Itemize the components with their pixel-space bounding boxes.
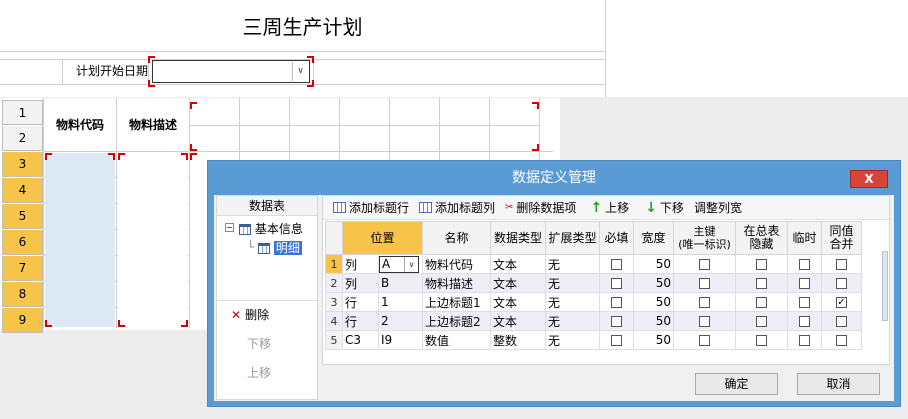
arrow-down-icon: ↓ — [645, 199, 657, 216]
field-table: 位置 名称 数据类型 扩展类型 必填 宽度 主键 (唯一标识) 在总表 隐藏 临… — [325, 221, 862, 350]
column-header-ext[interactable]: 扩展类型 — [545, 221, 600, 255]
move-up-table-button[interactable]: 上移 — [217, 359, 317, 388]
hidden-checkbox[interactable] — [756, 335, 767, 346]
table-row[interactable]: 5 C3 I9 数值 整数 无 50 — [325, 330, 862, 350]
collapse-icon[interactable]: − — [225, 223, 234, 232]
table-tree-panel: 数据表 − 基本信息 └ 明细 ✕ 删除 下移 上移 — [216, 195, 318, 400]
tree-node-basic-info[interactable]: 基本信息 — [239, 220, 303, 237]
table-icon — [239, 224, 251, 235]
page-title: 三周生产计划 — [242, 15, 363, 39]
arrow-up-icon: ↑ — [590, 199, 603, 216]
move-down-table-button[interactable]: 下移 — [217, 330, 317, 359]
start-date-label: 计划开始日期 — [75, 64, 148, 78]
column-header-name[interactable]: 名称 — [422, 221, 491, 255]
column-header-dtype[interactable]: 数据类型 — [490, 221, 546, 255]
column-header-temp[interactable]: 临时 — [787, 221, 822, 255]
position-combo[interactable]: A ∨ — [379, 255, 419, 273]
add-title-col-button[interactable]: 添加标题列 — [419, 199, 495, 216]
close-button[interactable]: X — [850, 170, 888, 188]
temp-checkbox[interactable] — [799, 259, 810, 270]
row-header[interactable]: 7 — [2, 256, 43, 281]
delete-item-button[interactable]: ✂ 删除数据项 — [505, 199, 576, 216]
ok-button[interactable]: 确定 — [695, 373, 778, 395]
merge-checkbox[interactable] — [836, 259, 847, 270]
temp-checkbox[interactable] — [799, 297, 810, 308]
row-header[interactable]: 4 — [2, 178, 43, 203]
vertical-scrollbar[interactable] — [882, 251, 888, 321]
column-header-required[interactable]: 必填 — [599, 221, 634, 255]
column-header-pk[interactable]: 主键 (唯一标识) — [673, 221, 736, 255]
required-checkbox[interactable] — [611, 259, 622, 270]
column-header-hidden[interactable]: 在总表 隐藏 — [735, 221, 788, 255]
merge-checkbox[interactable]: ✓ — [836, 297, 847, 308]
table-row[interactable]: 4 行 2 上边标题2 文本 无 50 — [325, 311, 862, 331]
row-header[interactable]: 3 — [2, 152, 43, 177]
row-header[interactable]: 6 — [2, 230, 43, 255]
pk-checkbox[interactable] — [699, 335, 710, 346]
required-checkbox[interactable] — [611, 316, 622, 327]
merge-checkbox[interactable] — [836, 335, 847, 346]
tree-node-label: 明细 — [273, 241, 302, 255]
tree-node-label: 基本信息 — [254, 222, 303, 236]
hidden-checkbox[interactable] — [756, 278, 767, 289]
column-header-position[interactable]: 位置 — [342, 221, 423, 255]
column-header-code: 物料代码 — [55, 118, 104, 132]
table-row[interactable]: 1 列 A ∨ 物料代码 文本 无 50 — [325, 254, 862, 274]
table-row-icon — [333, 202, 346, 213]
move-down-button[interactable]: ↓ 下移 — [645, 199, 684, 216]
dialog-title: 数据定义管理 — [512, 170, 596, 186]
adjust-width-button[interactable]: 调整列宽 — [694, 199, 742, 216]
required-checkbox[interactable] — [611, 297, 622, 308]
row-header[interactable]: 9 — [2, 308, 43, 333]
data-definition-dialog: 数据定义管理 X 数据表 − 基本信息 └ 明细 ✕ 删除 下移 上移 添加标题… — [207, 160, 901, 407]
table-icon — [258, 243, 270, 254]
chevron-down-icon[interactable]: ∨ — [404, 256, 418, 272]
row-header[interactable]: 2 — [2, 126, 43, 151]
temp-checkbox[interactable] — [799, 278, 810, 289]
panel-header: 数据表 — [217, 196, 317, 216]
row-header[interactable]: 1 — [2, 100, 43, 125]
move-up-button[interactable]: ↑ 上移 — [590, 199, 629, 216]
row-header[interactable]: 8 — [2, 282, 43, 307]
row-header[interactable]: 5 — [2, 204, 43, 229]
temp-checkbox[interactable] — [799, 316, 810, 327]
hidden-checkbox[interactable] — [756, 316, 767, 327]
column-header-desc: 物料描述 — [128, 118, 177, 132]
form-header-area: 三周生产计划 计划开始日期 ∨ — [0, 0, 908, 97]
field-definition-panel: 添加标题行 添加标题列 ✂ 删除数据项 ↑ 上移 ↓ 下移 调整列宽 位置 名称… — [322, 195, 890, 365]
column-header-merge[interactable]: 同值 合并 — [821, 221, 862, 255]
temp-checkbox[interactable] — [799, 335, 810, 346]
add-title-row-button[interactable]: 添加标题行 — [333, 199, 409, 216]
required-checkbox[interactable] — [611, 335, 622, 346]
dialog-body: 数据表 − 基本信息 └ 明细 ✕ 删除 下移 上移 添加标题行 添加标题列 ✂… — [214, 195, 894, 401]
table-row[interactable]: 2 列 B 物料描述 文本 无 50 — [325, 273, 862, 293]
tree-node-detail[interactable]: 明细 — [258, 239, 302, 256]
pk-checkbox[interactable] — [699, 316, 710, 327]
delete-icon: ✕ — [231, 308, 242, 322]
merge-checkbox[interactable] — [836, 316, 847, 327]
cancel-button[interactable]: 取消 — [797, 373, 880, 395]
merge-checkbox[interactable] — [836, 278, 847, 289]
delete-item-icon: ✂ — [505, 202, 514, 213]
required-checkbox[interactable] — [611, 278, 622, 289]
chevron-down-icon[interactable]: ∨ — [292, 62, 308, 81]
table-row[interactable]: 3 行 1 上边标题1 文本 无 50 ✓ — [325, 292, 862, 312]
pk-checkbox[interactable] — [699, 278, 710, 289]
pk-checkbox[interactable] — [699, 259, 710, 270]
left-actions: ✕ 删除 下移 上移 — [217, 300, 317, 388]
table-column-icon — [419, 202, 433, 213]
hidden-checkbox[interactable] — [756, 297, 767, 308]
start-date-select[interactable]: ∨ — [152, 60, 310, 83]
pk-checkbox[interactable] — [699, 297, 710, 308]
toolbar: 添加标题行 添加标题列 ✂ 删除数据项 ↑ 上移 ↓ 下移 调整列宽 — [323, 196, 889, 220]
column-header-width[interactable]: 宽度 — [633, 221, 674, 255]
hidden-checkbox[interactable] — [756, 259, 767, 270]
delete-table-button[interactable]: ✕ 删除 — [217, 301, 317, 330]
